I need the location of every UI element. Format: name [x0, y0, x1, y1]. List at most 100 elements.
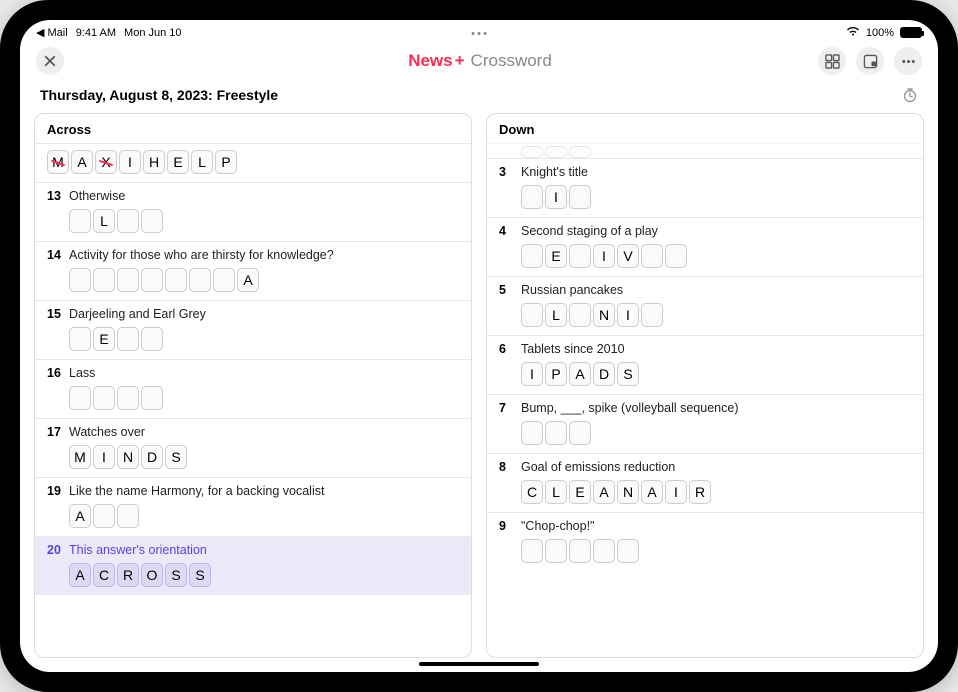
answer-cell[interactable]: A: [69, 563, 91, 587]
answer-cell[interactable]: M: [69, 445, 91, 469]
answer-cell[interactable]: [189, 268, 211, 292]
answer-cell[interactable]: [141, 386, 163, 410]
clue-block[interactable]: 4Second staging of a playEIV: [487, 217, 923, 276]
clue-block[interactable]: MAXIHELP: [35, 143, 471, 182]
answer-cell[interactable]: E: [93, 327, 115, 351]
across-body[interactable]: MAXIHELP13OtherwiseL14Activity for those…: [35, 143, 471, 657]
answer-cell[interactable]: S: [165, 563, 187, 587]
clue-block[interactable]: 5Russian pancakesLNI: [487, 276, 923, 335]
grid-view-button[interactable]: [818, 47, 846, 75]
answer-cell[interactable]: I: [617, 303, 639, 327]
answer-cell[interactable]: [641, 244, 663, 268]
answer-cell[interactable]: A: [641, 480, 663, 504]
answer-cell[interactable]: [521, 303, 543, 327]
clue-block[interactable]: 14Activity for those who are thirsty for…: [35, 241, 471, 300]
answer-cell[interactable]: [641, 303, 663, 327]
answer-cell[interactable]: O: [141, 563, 163, 587]
answer-cell[interactable]: [69, 386, 91, 410]
answer-cell[interactable]: H: [143, 150, 165, 174]
answer-cell[interactable]: N: [617, 480, 639, 504]
answer-cell[interactable]: [141, 268, 163, 292]
answer-cell[interactable]: [545, 539, 567, 563]
layout-button[interactable]: [856, 47, 884, 75]
multitask-dots[interactable]: [472, 32, 487, 35]
answer-cell[interactable]: [521, 146, 543, 158]
answer-cell[interactable]: [69, 268, 91, 292]
answer-cell[interactable]: I: [521, 362, 543, 386]
clue-block[interactable]: 13OtherwiseL: [35, 182, 471, 241]
answer-cell[interactable]: [593, 539, 615, 563]
answer-cell[interactable]: I: [665, 480, 687, 504]
answer-cell[interactable]: S: [165, 445, 187, 469]
answer-cell[interactable]: [69, 209, 91, 233]
answer-cell[interactable]: L: [191, 150, 213, 174]
answer-cell[interactable]: V: [617, 244, 639, 268]
answer-cell[interactable]: [569, 244, 591, 268]
answer-cell[interactable]: [165, 268, 187, 292]
answer-cell[interactable]: [569, 303, 591, 327]
clue-block[interactable]: 17Watches overMINDS: [35, 418, 471, 477]
answer-cell[interactable]: [569, 185, 591, 209]
clue-block[interactable]: 15Darjeeling and Earl GreyE: [35, 300, 471, 359]
clue-block[interactable]: 7Bump, ___, spike (volleyball sequence): [487, 394, 923, 453]
close-button[interactable]: [36, 47, 64, 75]
answer-cell[interactable]: I: [545, 185, 567, 209]
answer-cell[interactable]: [141, 209, 163, 233]
answer-cell[interactable]: [545, 421, 567, 445]
answer-cell[interactable]: [521, 539, 543, 563]
answer-cell[interactable]: [69, 327, 91, 351]
more-button[interactable]: [894, 47, 922, 75]
answer-cell[interactable]: [117, 504, 139, 528]
home-indicator[interactable]: [419, 662, 539, 666]
answer-cell[interactable]: [93, 268, 115, 292]
answer-cell[interactable]: N: [593, 303, 615, 327]
answer-cell[interactable]: [521, 185, 543, 209]
answer-cell[interactable]: [665, 244, 687, 268]
answer-cell[interactable]: [569, 421, 591, 445]
answer-cell[interactable]: A: [237, 268, 259, 292]
answer-cell[interactable]: [117, 386, 139, 410]
answer-cell[interactable]: E: [545, 244, 567, 268]
answer-cell[interactable]: [117, 209, 139, 233]
answer-cell[interactable]: P: [545, 362, 567, 386]
answer-cell[interactable]: R: [689, 480, 711, 504]
clue-block[interactable]: 16Lass: [35, 359, 471, 418]
answer-cell[interactable]: N: [117, 445, 139, 469]
answer-cell[interactable]: [93, 504, 115, 528]
answer-cell[interactable]: D: [141, 445, 163, 469]
answer-cell[interactable]: A: [69, 504, 91, 528]
answer-cell[interactable]: [545, 146, 567, 158]
answer-cell[interactable]: [521, 244, 543, 268]
answer-cell[interactable]: L: [545, 480, 567, 504]
timer-button[interactable]: [902, 87, 918, 103]
answer-cell[interactable]: E: [569, 480, 591, 504]
answer-cell[interactable]: [117, 268, 139, 292]
clue-block[interactable]: 8Goal of emissions reductionCLEANAIR: [487, 453, 923, 512]
answer-cell[interactable]: P: [215, 150, 237, 174]
answer-cell[interactable]: R: [117, 563, 139, 587]
answer-cell[interactable]: M: [47, 150, 69, 174]
answer-cell[interactable]: C: [521, 480, 543, 504]
answer-cell[interactable]: A: [593, 480, 615, 504]
answer-cell[interactable]: [617, 539, 639, 563]
answer-cell[interactable]: A: [71, 150, 93, 174]
clue-block[interactable]: 6Tablets since 2010IPADS: [487, 335, 923, 394]
answer-cell[interactable]: [141, 327, 163, 351]
answer-cell[interactable]: [569, 146, 591, 158]
answer-cell[interactable]: S: [189, 563, 211, 587]
answer-cell[interactable]: I: [593, 244, 615, 268]
answer-cell[interactable]: [213, 268, 235, 292]
answer-cell[interactable]: [521, 421, 543, 445]
clue-block[interactable]: 9"Chop-chop!": [487, 512, 923, 571]
answer-cell[interactable]: E: [167, 150, 189, 174]
down-body[interactable]: 3Knight's titleI4Second staging of a pla…: [487, 143, 923, 657]
clue-block[interactable]: 19Like the name Harmony, for a backing v…: [35, 477, 471, 536]
answer-cell[interactable]: A: [569, 362, 591, 386]
answer-cell[interactable]: L: [93, 209, 115, 233]
answer-cell[interactable]: D: [593, 362, 615, 386]
answer-cell[interactable]: C: [93, 563, 115, 587]
answer-cell[interactable]: I: [119, 150, 141, 174]
answer-cell[interactable]: X: [95, 150, 117, 174]
back-to-app[interactable]: ◀ Mail: [36, 26, 68, 39]
clue-block[interactable]: 20This answer's orientationACROSS: [35, 536, 471, 595]
